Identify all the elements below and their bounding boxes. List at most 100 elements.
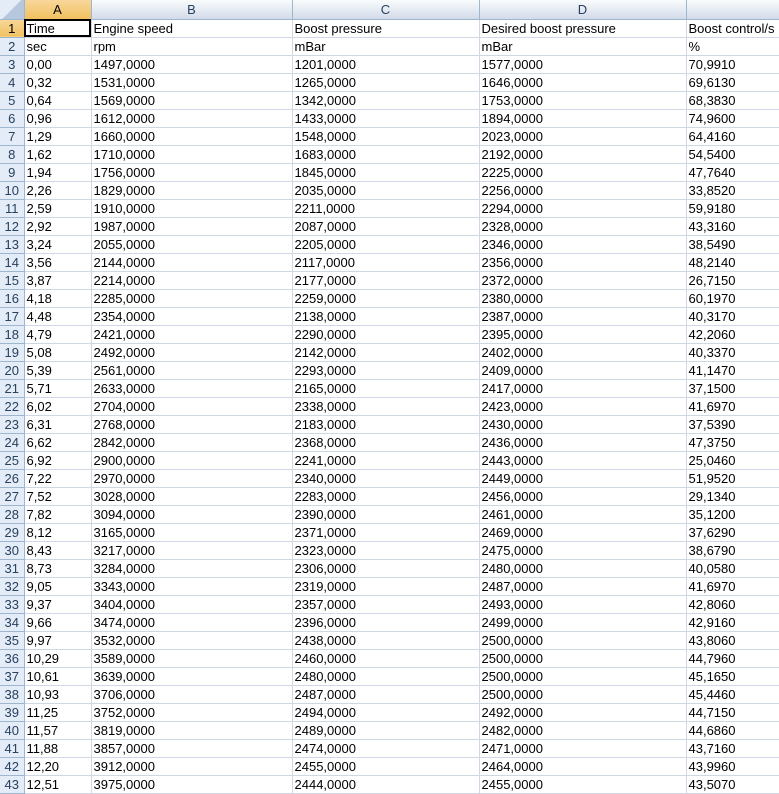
cell[interactable]: 2319,0000 — [292, 577, 480, 596]
cell[interactable]: 2449,0000 — [479, 469, 687, 488]
cell[interactable]: 2500,0000 — [479, 685, 687, 704]
row-header[interactable]: 5 — [0, 91, 25, 110]
cell[interactable]: 29,1340 — [686, 487, 779, 506]
cell[interactable]: 2354,0000 — [91, 307, 293, 326]
cell[interactable]: 3589,0000 — [91, 649, 293, 668]
cell[interactable]: 40,3370 — [686, 343, 779, 362]
cell[interactable]: 40,0580 — [686, 559, 779, 578]
cell[interactable]: 25,0460 — [686, 451, 779, 470]
cell[interactable]: Boost pressure — [292, 19, 480, 38]
row-header[interactable]: 39 — [0, 703, 25, 722]
cell[interactable]: 1433,0000 — [292, 109, 480, 128]
row-header[interactable]: 11 — [0, 199, 25, 218]
row-header[interactable]: 30 — [0, 541, 25, 560]
cell[interactable]: 2,26 — [24, 181, 92, 200]
cell[interactable]: 3857,0000 — [91, 739, 293, 758]
cell[interactable]: rpm — [91, 37, 293, 56]
cell[interactable]: 1660,0000 — [91, 127, 293, 146]
row-header[interactable]: 1 — [0, 19, 25, 38]
cell[interactable]: 2285,0000 — [91, 289, 293, 308]
cell[interactable]: 2183,0000 — [292, 415, 480, 434]
cell[interactable]: 7,82 — [24, 505, 92, 524]
cell[interactable]: 64,4160 — [686, 127, 779, 146]
cell[interactable]: 2338,0000 — [292, 397, 480, 416]
cell[interactable]: 2487,0000 — [292, 685, 480, 704]
cell[interactable]: 2436,0000 — [479, 433, 687, 452]
cell[interactable]: 7,22 — [24, 469, 92, 488]
cell[interactable]: 11,25 — [24, 703, 92, 722]
cell[interactable]: 7,52 — [24, 487, 92, 506]
row-header[interactable]: 24 — [0, 433, 25, 452]
cell[interactable]: 5,08 — [24, 343, 92, 362]
cell[interactable]: 8,43 — [24, 541, 92, 560]
cell[interactable]: 12,51 — [24, 775, 92, 794]
cell[interactable]: 43,7160 — [686, 739, 779, 758]
cell[interactable]: 42,8060 — [686, 595, 779, 614]
cell[interactable]: 2460,0000 — [292, 649, 480, 668]
row-header[interactable]: 26 — [0, 469, 25, 488]
cell[interactable]: 2423,0000 — [479, 397, 687, 416]
row-header[interactable]: 28 — [0, 505, 25, 524]
cell[interactable]: 5,71 — [24, 379, 92, 398]
cell[interactable]: 1548,0000 — [292, 127, 480, 146]
cell[interactable]: 1753,0000 — [479, 91, 687, 110]
row-header[interactable]: 14 — [0, 253, 25, 272]
cell[interactable]: 2,92 — [24, 217, 92, 236]
cell[interactable]: 2561,0000 — [91, 361, 293, 380]
cell[interactable]: 2,59 — [24, 199, 92, 218]
cell[interactable]: 6,02 — [24, 397, 92, 416]
cell[interactable]: Boost control/s — [686, 19, 779, 38]
cell[interactable]: 43,8060 — [686, 631, 779, 650]
cell[interactable]: 2283,0000 — [292, 487, 480, 506]
row-header[interactable]: 38 — [0, 685, 25, 704]
row-header[interactable]: 6 — [0, 109, 25, 128]
cell[interactable]: 2225,0000 — [479, 163, 687, 182]
cell[interactable]: 2464,0000 — [479, 757, 687, 776]
row-header[interactable]: 21 — [0, 379, 25, 398]
cell[interactable]: 2500,0000 — [479, 631, 687, 650]
cell[interactable]: 2489,0000 — [292, 721, 480, 740]
cell[interactable]: 54,5400 — [686, 145, 779, 164]
cell[interactable]: 0,96 — [24, 109, 92, 128]
cell[interactable]: 1894,0000 — [479, 109, 687, 128]
cell[interactable]: 38,6790 — [686, 541, 779, 560]
cell[interactable]: 1987,0000 — [91, 217, 293, 236]
cell[interactable]: 60,1970 — [686, 289, 779, 308]
cell[interactable]: 12,20 — [24, 757, 92, 776]
cell[interactable]: 1646,0000 — [479, 73, 687, 92]
cell[interactable]: 70,9910 — [686, 55, 779, 74]
cell[interactable]: 2444,0000 — [292, 775, 480, 794]
cell[interactable]: 2117,0000 — [292, 253, 480, 272]
row-header[interactable]: 27 — [0, 487, 25, 506]
cell[interactable]: 2346,0000 — [479, 235, 687, 254]
cell[interactable]: 51,9520 — [686, 469, 779, 488]
row-header[interactable]: 12 — [0, 217, 25, 236]
cell[interactable]: 10,29 — [24, 649, 92, 668]
cell[interactable]: 1201,0000 — [292, 55, 480, 74]
cell[interactable]: 44,7150 — [686, 703, 779, 722]
cell[interactable]: 68,3830 — [686, 91, 779, 110]
cell[interactable]: 2704,0000 — [91, 397, 293, 416]
cell[interactable]: 59,9180 — [686, 199, 779, 218]
cell[interactable]: 2357,0000 — [292, 595, 480, 614]
cell[interactable]: 5,39 — [24, 361, 92, 380]
row-header[interactable]: 15 — [0, 271, 25, 290]
cell[interactable]: 2293,0000 — [292, 361, 480, 380]
row-header[interactable]: 29 — [0, 523, 25, 542]
cell[interactable]: 3094,0000 — [91, 505, 293, 524]
cell[interactable]: 3217,0000 — [91, 541, 293, 560]
cell[interactable]: 2256,0000 — [479, 181, 687, 200]
cell[interactable]: sec — [24, 37, 92, 56]
cell[interactable]: 8,12 — [24, 523, 92, 542]
cell[interactable]: 3474,0000 — [91, 613, 293, 632]
cell[interactable]: 10,93 — [24, 685, 92, 704]
cell[interactable]: 2494,0000 — [292, 703, 480, 722]
cell[interactable]: 2471,0000 — [479, 739, 687, 758]
cell[interactable]: 3819,0000 — [91, 721, 293, 740]
row-header[interactable]: 33 — [0, 595, 25, 614]
cell[interactable]: 1683,0000 — [292, 145, 480, 164]
row-header[interactable]: 41 — [0, 739, 25, 758]
cell[interactable]: 6,62 — [24, 433, 92, 452]
cell[interactable]: 2970,0000 — [91, 469, 293, 488]
cell[interactable]: 2492,0000 — [91, 343, 293, 362]
